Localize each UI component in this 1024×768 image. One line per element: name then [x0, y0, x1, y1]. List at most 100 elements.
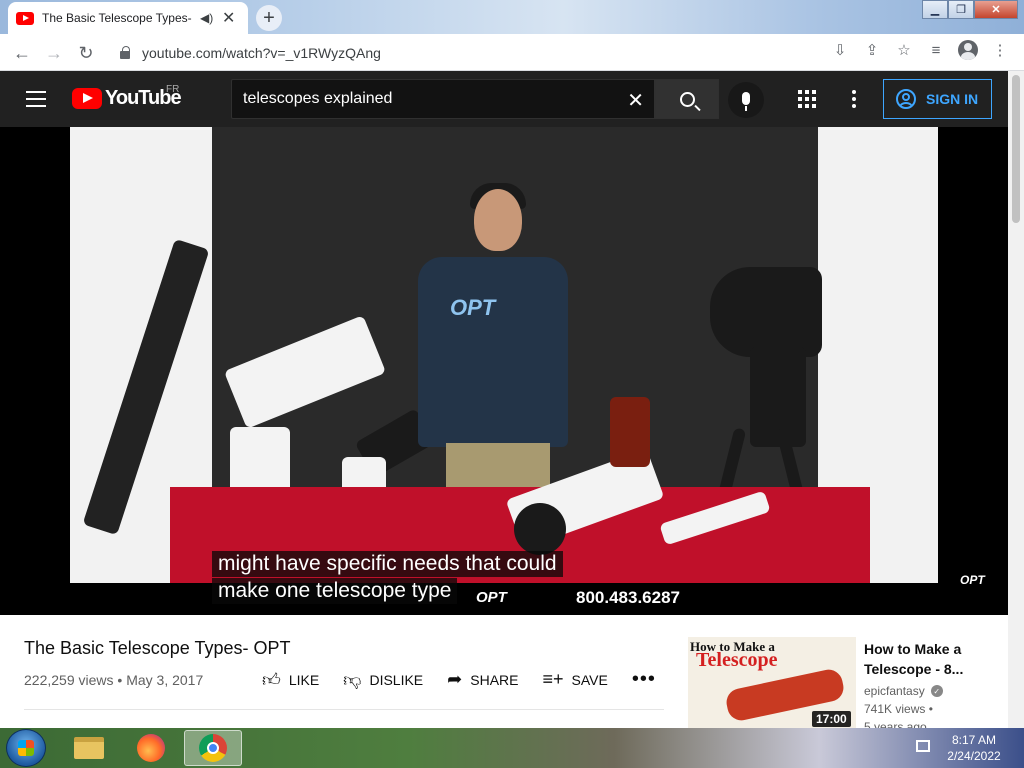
search-icon — [679, 91, 695, 107]
youtube-play-icon — [72, 88, 102, 109]
like-button[interactable]: 👍︎ LIKE — [262, 669, 319, 691]
phone-number: 800.483.6287 — [576, 588, 680, 607]
save-button[interactable]: ≡+ SAVE — [542, 669, 607, 690]
dislike-button[interactable]: 👎︎ DISLIKE — [343, 669, 423, 691]
user-account-icon — [896, 89, 916, 109]
taskbar-firefox[interactable] — [122, 730, 180, 766]
sign-in-button[interactable]: SIGN IN — [883, 79, 992, 119]
youtube-favicon-icon — [16, 11, 34, 25]
channel-name[interactable]: epicfantasy — [864, 684, 925, 698]
caption-line-1: might have specific needs that could — [212, 551, 563, 577]
window-controls: ▁ ❐ ✕ — [922, 0, 1018, 20]
thumbs-up-icon: 👍︎ — [262, 669, 281, 690]
toolbar-actions: ⇩ ⇪ ☆ ≡ ⋮ — [824, 38, 1016, 62]
reload-icon[interactable]: ↻ — [74, 41, 98, 65]
share-label: SHARE — [470, 671, 519, 688]
search-input[interactable]: telescopes explained ✕ — [231, 79, 655, 119]
sign-in-label: SIGN IN — [926, 91, 979, 107]
video-actions: 👍︎ LIKE 👎︎ DISLIKE ➦ SHARE ≡+ SAVE ••• — [262, 668, 656, 691]
speaker-icon[interactable]: ◀) — [200, 11, 214, 25]
more-actions-icon[interactable]: ••• — [632, 668, 656, 691]
video-frame[interactable]: OPT — [70, 127, 938, 583]
dislike-label: DISLIKE — [369, 671, 424, 688]
country-code: FR — [166, 84, 180, 95]
upload-date: May 3, 2017 — [126, 672, 204, 688]
divider — [24, 709, 664, 710]
windows-taskbar: 8:17 AM 2/24/2022 — [0, 728, 1024, 768]
shirt-logo: OPT — [450, 295, 496, 320]
voice-search-button[interactable] — [728, 82, 764, 118]
taskbar-explorer[interactable] — [60, 730, 118, 766]
share-icon[interactable]: ⇪ — [856, 38, 888, 62]
sct-tube — [710, 267, 822, 357]
taskbar-chrome[interactable] — [184, 730, 242, 766]
browser-toolbar: ← → ↻ youtube.com/watch?v=_v1RWyzQAng ⇩ … — [0, 34, 1024, 71]
apps-grid-icon[interactable] — [798, 90, 816, 108]
profile-button[interactable] — [952, 38, 984, 62]
video-duration: 17:00 — [812, 711, 851, 727]
page-scrollbar[interactable] — [1008, 71, 1024, 728]
orange-mount — [610, 397, 650, 467]
new-tab-button[interactable]: + — [256, 5, 282, 31]
caption-line-2: make one telescope type — [212, 578, 458, 604]
youtube-header: YouTube FR telescopes explained ✕ SIGN I… — [0, 71, 1008, 127]
refractor-dewshield — [514, 503, 566, 555]
folder-icon — [74, 737, 104, 759]
scrollbar-thumb[interactable] — [1012, 75, 1020, 223]
lock-icon[interactable] — [120, 45, 130, 59]
video-stats: 222,259 views • May 3, 2017 — [24, 672, 203, 688]
thumbs-down-icon: 👎︎ — [343, 669, 362, 690]
like-label: LIKE — [288, 671, 320, 688]
recommended-channel[interactable]: epicfantasy ✓ — [864, 684, 943, 698]
minimize-button[interactable]: ▁ — [922, 0, 948, 19]
opt-brand-logo: OPT — [476, 589, 507, 606]
tab-title: The Basic Telescope Types- OPT — [42, 11, 194, 25]
search-button[interactable] — [655, 79, 719, 119]
bookmark-star-icon[interactable]: ☆ — [888, 38, 920, 62]
browser-tab[interactable]: The Basic Telescope Types- OPT ◀) ✕ — [8, 2, 248, 34]
windows-start-icon[interactable] — [6, 729, 46, 767]
install-icon[interactable]: ⇩ — [824, 38, 856, 62]
clock-time: 8:17 AM — [951, 733, 997, 747]
menu-kebab-icon[interactable]: ⋮ — [984, 38, 1016, 62]
verified-check-icon: ✓ — [930, 685, 943, 697]
save-label: SAVE — [571, 671, 608, 688]
presenter-shirt — [418, 257, 568, 447]
share-arrow-icon: ➦ — [447, 669, 463, 689]
hamburger-menu-icon[interactable] — [26, 91, 46, 107]
media-queue-icon[interactable]: ≡ — [920, 38, 952, 62]
url-text[interactable]: youtube.com/watch?v=_v1RWyzQAng — [142, 45, 381, 61]
browser-titlebar: The Basic Telescope Types- OPT ◀) ✕ + ▁ … — [0, 0, 1024, 34]
tab-close-icon[interactable]: ✕ — [222, 8, 235, 28]
chrome-icon — [199, 734, 227, 762]
video-player[interactable]: OPT might have specific needs that could… — [0, 127, 1008, 615]
restore-button[interactable]: ❐ — [948, 0, 974, 19]
share-button[interactable]: ➦ SHARE — [447, 669, 518, 690]
presenter-legs — [446, 443, 550, 491]
recommended-thumbnail[interactable]: How to Make a Telescope 17:00 — [688, 637, 856, 728]
video-captions: might have specific needs that could mak… — [212, 551, 563, 605]
youtube-logo[interactable]: YouTube — [72, 87, 182, 110]
forward-arrow-icon[interactable]: → — [42, 41, 66, 65]
back-arrow-icon[interactable]: ← — [10, 41, 34, 65]
system-clock[interactable]: 8:17 AM 2/24/2022 — [944, 732, 1004, 764]
search-query[interactable]: telescopes explained — [243, 90, 392, 108]
network-icon[interactable] — [916, 740, 930, 752]
opt-watermark: OPT — [960, 573, 985, 587]
view-count: 222,259 views — [24, 672, 114, 688]
clock-date: 2/24/2022 — [947, 749, 1001, 763]
playlist-add-icon: ≡+ — [542, 669, 564, 689]
video-title: The Basic Telescope Types- OPT — [24, 638, 291, 658]
close-window-button[interactable]: ✕ — [974, 0, 1018, 19]
firefox-icon — [137, 734, 165, 762]
stat-separator: • — [117, 672, 127, 688]
presenter-head — [474, 189, 522, 251]
recommended-age: 5 years ago — [864, 720, 927, 728]
microphone-icon — [742, 91, 750, 111]
settings-more-icon[interactable] — [852, 90, 856, 108]
clear-search-icon[interactable]: ✕ — [627, 88, 644, 113]
recommended-title[interactable]: How to Make a Telescope - 8... — [864, 639, 1004, 679]
profile-icon — [958, 40, 978, 60]
recommended-video[interactable]: How to Make a Telescope 17:00 How to Mak… — [688, 637, 1008, 728]
thumb-text-line-2: Telescope — [696, 649, 778, 671]
